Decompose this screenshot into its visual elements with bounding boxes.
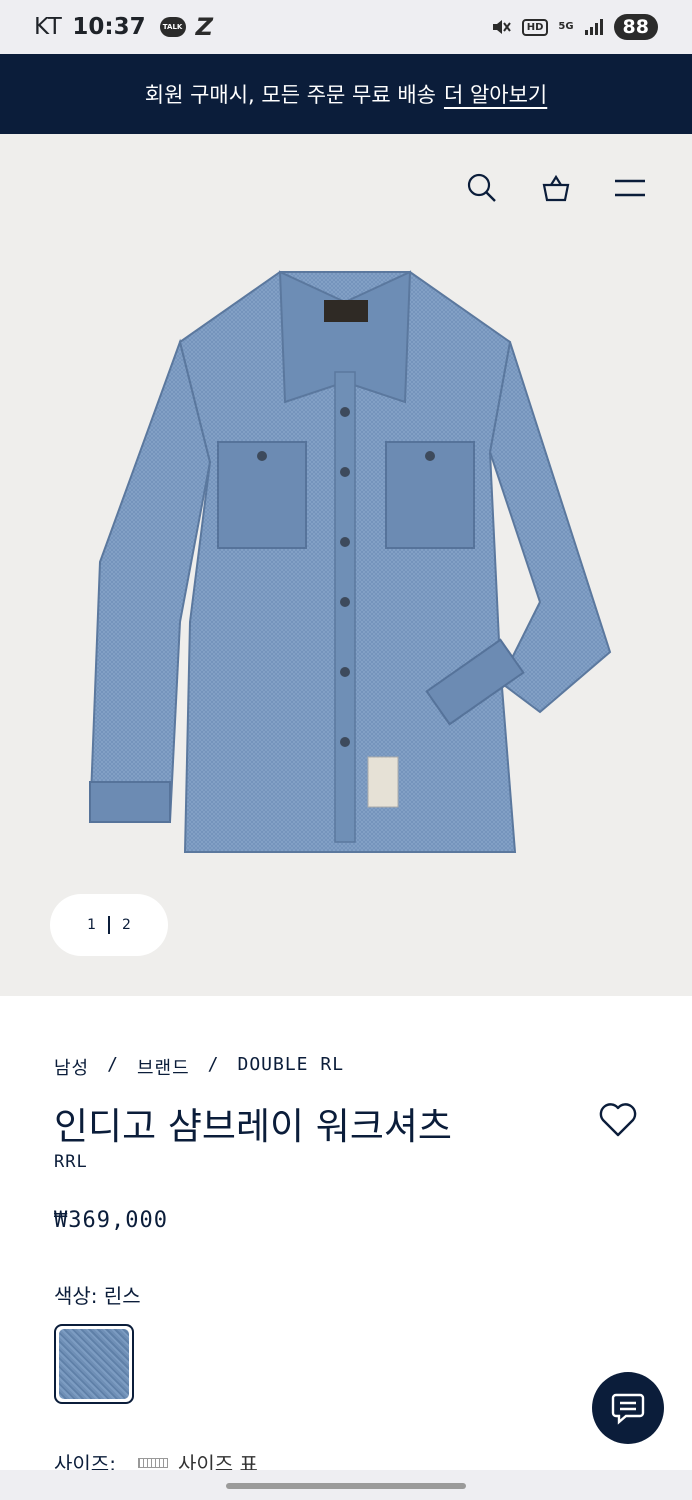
hd-icon: HD [521,18,549,36]
status-bar: KT 10:37 TALK Z HD 5G 88 [0,0,692,54]
swatch-image [59,1329,129,1399]
header-actions [466,172,646,204]
promo-banner: 회원 구매시, 모든 주문 무료 배송 더 알아보기 [0,54,692,134]
signal-icon [584,19,603,35]
clock: 10:37 [72,14,146,40]
ruler-icon [137,1457,168,1468]
z-app-icon: Z [195,13,213,41]
heart-icon[interactable] [598,1100,638,1140]
promo-text: 회원 구매시, 모든 주문 무료 배송 [144,83,436,107]
color-swatch-rinse[interactable] [54,1324,134,1404]
product-brand: RRL [54,1152,88,1172]
product-title: 인디고 샴브레이 워크셔츠 [54,1105,452,1148]
breadcrumb-separator: / [107,1054,119,1075]
status-left: KT 10:37 TALK Z [34,13,213,41]
battery-indicator: 88 [613,14,658,40]
breadcrumb-separator: / [207,1054,220,1075]
color-label: 색상: 린스 [54,1284,141,1308]
home-indicator[interactable] [226,1483,466,1489]
status-right: HD 5G 88 [490,14,658,40]
breadcrumb-men[interactable]: 남성 [54,1054,89,1080]
menu-icon[interactable] [614,172,646,204]
product-gallery[interactable]: 1 2 [0,134,692,996]
learn-more-link[interactable]: 더 알아보기 [444,79,547,109]
product-price: ₩369,000 [54,1208,168,1233]
network-5g-icon: 5G [558,21,574,32]
system-nav-bar [0,1470,692,1500]
chat-button[interactable] [592,1372,664,1444]
shopping-bag-icon[interactable] [540,172,572,204]
mute-icon [492,20,511,34]
pager-total: 2 [122,917,131,933]
kakaotalk-icon: TALK [159,17,186,37]
breadcrumb-brand[interactable]: 브랜드 [137,1054,190,1080]
gallery-pager[interactable]: 1 2 [50,894,168,956]
breadcrumb: 남성 / 브랜드 / DOUBLE RL [54,1054,344,1080]
breadcrumb-double-rl[interactable]: DOUBLE RL [238,1054,345,1080]
pager-divider [108,916,110,934]
product-details: 남성 / 브랜드 / DOUBLE RL 인디고 샴브레이 워크셔츠 RRL ₩… [0,996,692,1476]
pager-current: 1 [87,917,96,933]
carrier-label: KT [34,14,63,40]
search-icon[interactable] [466,172,498,204]
product-image[interactable] [70,262,620,862]
chat-icon [611,1393,645,1425]
